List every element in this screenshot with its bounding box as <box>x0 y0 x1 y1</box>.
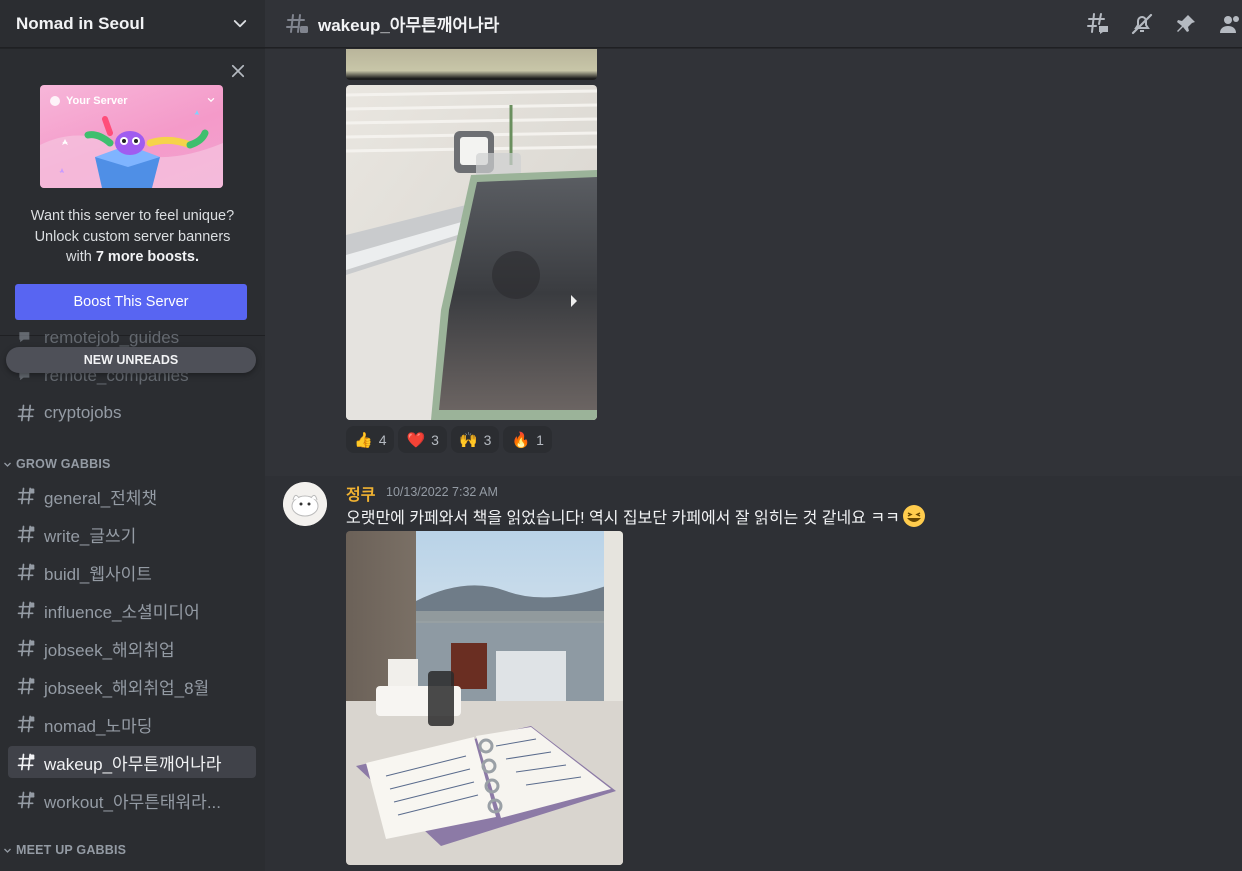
boost-count: 7 more boosts. <box>95 249 199 265</box>
image-attachment[interactable] <box>346 49 597 80</box>
channel-cryptojobs[interactable]: cryptojobs <box>8 397 256 429</box>
server-name: Nomad in Seoul <box>16 13 145 33</box>
sidebar-channel-item[interactable]: nomad_노마딩 <box>8 708 256 740</box>
category-grow-gabbis[interactable]: GROW GABBIS <box>3 457 111 471</box>
channel-label: remotejob_guides <box>44 328 180 347</box>
message-item: 정쿠 10/13/2022 7:32 AM 오랫만에 카페와서 책을 읽었습니다… <box>265 476 1242 871</box>
server-banner-illustration: Your Server <box>40 85 223 188</box>
chevron-down-icon <box>4 462 11 467</box>
laughing-emoji-icon <box>902 505 925 527</box>
channel-label: jobseek_해외취업 <box>44 640 175 660</box>
reaction-emoji: 🙌 <box>458 431 478 449</box>
hash-icon <box>17 791 35 809</box>
reaction-emoji: 👍 <box>354 431 373 449</box>
boost-promo-card: Your Server Want this server to feel uni… <box>0 48 265 336</box>
channel-sidebar: Nomad in Seoul Your Server Want this ser… <box>0 0 265 871</box>
hash-icon <box>17 601 35 619</box>
sidebar-channel-item[interactable]: jobseek_해외취업_8월 <box>8 670 256 702</box>
channel-label: influence_소셜미디어 <box>44 602 200 622</box>
hash-icon <box>17 639 35 657</box>
sidebar-channel-item[interactable]: workout_아무튼태워라... <box>8 784 256 816</box>
server-header[interactable]: Nomad in Seoul <box>0 0 265 48</box>
message-author[interactable]: 정쿠 <box>346 481 375 505</box>
avatar[interactable] <box>283 482 327 526</box>
category-label: MEET UP GABBIS <box>16 843 127 857</box>
hash-icon <box>17 404 35 422</box>
category-label: GROW GABBIS <box>16 457 111 471</box>
boost-server-button[interactable]: Boost This Server <box>15 284 247 320</box>
header-toolbar <box>1086 12 1242 36</box>
pin-icon[interactable] <box>1174 12 1198 36</box>
channel-label: nomad_노마딩 <box>44 716 153 736</box>
message-text: 오랫만에 카페와서 책을 읽었습니다! 역시 집보단 카페에서 잘 읽히는 것 … <box>346 510 900 527</box>
sidebar-channel-item[interactable]: jobseek_해외취업 <box>8 632 256 664</box>
chevron-down-icon <box>233 19 247 27</box>
mute-icon[interactable] <box>1130 12 1154 36</box>
mascot-illustration <box>40 110 223 188</box>
category-meet-up-gabbis[interactable]: MEET UP GABBIS <box>3 843 126 857</box>
channel-label: jobseek_해외취업_8월 <box>44 678 210 698</box>
reaction-count: 4 <box>378 431 387 448</box>
sidebar-channel-item[interactable]: general_전체챗 <box>8 480 256 512</box>
close-icon[interactable] <box>229 62 247 80</box>
hash-icon <box>17 677 35 695</box>
hash-icon <box>17 715 35 733</box>
hash-icon <box>17 563 35 581</box>
sidebar-channel-item[interactable]: write_글쓰기 <box>8 518 256 550</box>
reaction-button[interactable]: ❤️ 3 <box>398 426 447 453</box>
thread-hash-icon <box>286 13 308 33</box>
image-attachment[interactable] <box>346 531 623 865</box>
reaction-count: 1 <box>536 431 544 448</box>
reaction-button[interactable]: 👍 4 <box>346 426 395 453</box>
channel-label: workout_아무튼태워라... <box>44 792 221 812</box>
reaction-count: 3 <box>431 431 439 448</box>
reaction-emoji: 🔥 <box>511 431 531 449</box>
boost-line-3-prefix: with <box>66 249 96 265</box>
hash-icon <box>17 487 35 505</box>
image-attachment[interactable] <box>346 85 597 420</box>
hash-icon <box>17 753 35 771</box>
forum-channel-icon <box>19 332 30 343</box>
channel-header: wakeup_아무튼깨어나라 <box>265 0 1242 48</box>
sidebar-channel-item[interactable]: buidl_웹사이트 <box>8 556 256 588</box>
reaction-emoji: ❤️ <box>406 431 426 449</box>
reaction-bar: 👍 4 ❤️ 3 🙌 3 🔥 1 <box>346 426 552 453</box>
channel-title: wakeup_아무튼깨어나라 <box>318 16 500 35</box>
reaction-count: 3 <box>483 431 492 448</box>
message-timestamp: 10/13/2022 7:32 AM <box>386 485 498 499</box>
members-icon[interactable] <box>1218 12 1242 36</box>
chevron-down-icon <box>4 848 11 853</box>
reaction-button[interactable]: 🙌 3 <box>450 426 500 453</box>
new-unreads-pill[interactable]: NEW UNREADS <box>6 347 256 373</box>
threads-icon[interactable] <box>1086 12 1110 36</box>
boost-line-1: Want this server to feel unique? <box>30 208 235 224</box>
channel-label: general_전체챗 <box>44 488 158 508</box>
sidebar-channel-item[interactable]: influence_소셜미디어 <box>8 594 256 626</box>
message-list: 👍 4 ❤️ 3 🙌 3 🔥 1 정쿠 10/13/2022 7:32 AM 오랫만에 카페와… <box>265 49 1242 871</box>
channel-label: buidl_웹사이트 <box>44 564 152 584</box>
boost-line-2: Unlock custom server banners <box>34 228 231 245</box>
message-content: 오랫만에 카페와서 책을 읽었습니다! 역시 집보단 카페에서 잘 읽히는 것 … <box>346 504 926 528</box>
hash-icon <box>17 525 35 543</box>
channel-label: cryptojobs <box>44 403 122 422</box>
reaction-button[interactable]: 🔥 1 <box>503 426 552 453</box>
sidebar-channel-item[interactable]: wakeup_아무튼깨어나라 <box>8 746 256 778</box>
channel-label: wakeup_아무튼깨어나라 <box>44 754 222 774</box>
channel-label: write_글쓰기 <box>44 526 137 546</box>
boost-description: Want this server to feel unique? Unlock … <box>0 206 265 268</box>
